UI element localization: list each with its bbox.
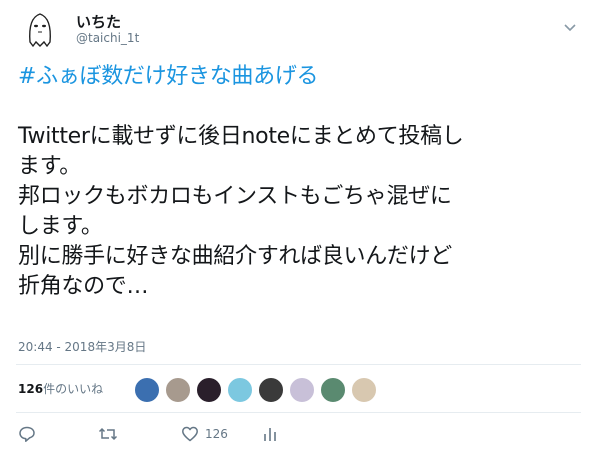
liker-avatar-1[interactable]	[134, 377, 160, 403]
divider	[16, 412, 581, 413]
tweet-line: 邦ロックもボカロもインストもごちゃ混ぜに	[18, 184, 452, 209]
tweet-line: します。	[18, 214, 103, 239]
divider	[16, 364, 581, 365]
tweet-line: Twitterに載せずに後日noteにまとめて投稿し	[18, 124, 464, 149]
action-bar: 126	[18, 425, 318, 447]
liker-avatar-3[interactable]	[196, 377, 222, 403]
liker-avatar-6[interactable]	[289, 377, 315, 403]
analytics-icon	[262, 425, 278, 443]
display-name[interactable]: いちた	[76, 11, 121, 32]
tweet-line: ます。	[18, 154, 81, 179]
like-button[interactable]: 126	[181, 425, 228, 443]
avatar[interactable]	[18, 8, 62, 52]
liker-avatar-8[interactable]	[351, 377, 377, 403]
liker-avatar-2[interactable]	[165, 377, 191, 403]
liker-avatars	[134, 377, 382, 403]
user-handle[interactable]: @taichi_1t	[76, 31, 139, 45]
retweet-icon	[98, 425, 118, 443]
likes-suffix: 件のいいね	[43, 382, 104, 396]
reply-icon	[18, 425, 36, 443]
heart-icon	[181, 425, 199, 443]
likes-count: 126	[18, 382, 44, 396]
retweet-button[interactable]	[98, 425, 118, 443]
chevron-down-icon[interactable]	[563, 18, 577, 32]
tweet-timestamp[interactable]: 20:44 - 2018年3月8日	[18, 338, 146, 355]
liker-avatar-7[interactable]	[320, 377, 346, 403]
hashtag-link[interactable]: #ふぁぼ数だけ好きな曲あげる	[18, 62, 588, 92]
reply-button[interactable]	[18, 425, 36, 443]
like-count: 126	[205, 427, 228, 441]
likes-link[interactable]: 126件のいいね	[18, 380, 103, 397]
liker-avatar-5[interactable]	[258, 377, 284, 403]
liker-avatar-4[interactable]	[227, 377, 253, 403]
tweet-text: #ふぁぼ数だけ好きな曲あげる Twitterに載せずに後日noteにまとめて投稿…	[18, 62, 588, 302]
tweet-line: 折角なので…	[18, 274, 149, 299]
analytics-button[interactable]	[262, 425, 278, 443]
tweet-line: 別に勝手に好きな曲紹介すれば良いんだけど	[18, 244, 453, 269]
